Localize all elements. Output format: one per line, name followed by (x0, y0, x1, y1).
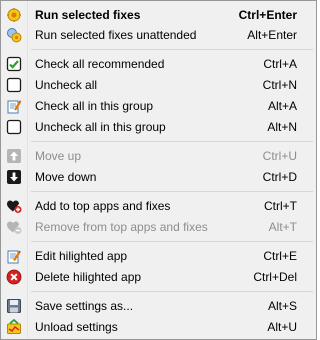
menu-item-label: Uncheck all in this group (35, 120, 166, 134)
edit-icon (6, 248, 22, 264)
heart-add-icon (6, 198, 22, 214)
menu-item-shortcut: Ctrl+U (262, 149, 297, 163)
menu-item-label: Check all recommended (35, 57, 165, 71)
menu-item-label: Run selected fixes unattended (35, 28, 197, 42)
menu-item-unload-settings[interactable]: Unload settings Alt+U (1, 317, 316, 337)
menu-item-shortcut: Ctrl+Enter (238, 8, 297, 22)
save-icon (6, 298, 22, 314)
menu-item-label: Save settings as... (35, 299, 134, 313)
menu-item-shortcut: Alt+N (267, 120, 297, 134)
menu-item-label: Check all in this group (35, 99, 154, 113)
menu-item-run-unattended[interactable]: Run selected fixes unattended Alt+Enter (1, 25, 316, 45)
menu-item-label: Unload settings (35, 320, 118, 334)
menu-item-check-all-recommended[interactable]: Check all recommended Ctrl+A (1, 54, 316, 74)
menu-item-shortcut: Alt+A (267, 99, 297, 113)
menu-item-shortcut: Ctrl+Del (253, 270, 297, 284)
menu-item-shortcut: Alt+T (268, 220, 297, 234)
menu-item-add-to-top[interactable]: Add to top apps and fixes Ctrl+T (1, 196, 316, 216)
menu-item-shortcut: Ctrl+E (263, 249, 297, 263)
checkbox-empty-icon (6, 77, 22, 93)
menu-item-edit-highlighted-app[interactable]: Edit hilighted app Ctrl+E (1, 246, 316, 266)
menu-item-shortcut: Ctrl+D (262, 170, 297, 184)
menu-separator (31, 291, 313, 292)
checkbox-checked-icon (6, 56, 22, 72)
menu-item-move-up[interactable]: Move up Ctrl+U (1, 146, 316, 166)
menu-item-label: Move down (35, 170, 97, 184)
menu-item-shortcut: Alt+U (267, 320, 297, 334)
context-menu: Run selected fixes Ctrl+Enter Run select… (0, 0, 317, 340)
menu-separator (31, 49, 313, 50)
menu-item-label: Edit hilighted app (35, 249, 128, 263)
menu-item-shortcut: Alt+S (267, 299, 297, 313)
menu-item-uncheck-all-in-group[interactable]: Uncheck all in this group Alt+N (1, 117, 316, 137)
group-check-icon (6, 98, 22, 114)
menu-item-label: Add to top apps and fixes (35, 199, 171, 213)
menu-item-save-settings-as[interactable]: Save settings as... Alt+S (1, 296, 316, 316)
menu-item-shortcut: Ctrl+T (264, 199, 297, 213)
menu-item-label: Move up (35, 149, 82, 163)
menu-item-label: Uncheck all (35, 78, 98, 92)
delete-icon (6, 269, 22, 285)
arrow-up-icon (6, 148, 22, 164)
heart-remove-icon (6, 219, 22, 235)
menu-item-check-all-in-group[interactable]: Check all in this group Alt+A (1, 96, 316, 116)
unload-icon (6, 319, 22, 335)
checkbox-empty-icon (6, 119, 22, 135)
menu-separator (31, 141, 313, 142)
menu-item-shortcut: Alt+Enter (247, 28, 297, 42)
menu-item-run-selected-fixes[interactable]: Run selected fixes Ctrl+Enter (1, 5, 316, 25)
run-unattended-icon (6, 27, 22, 43)
menu-separator (31, 191, 313, 192)
menu-item-shortcut: Ctrl+N (262, 78, 297, 92)
menu-item-label: Delete hilighted app (35, 270, 142, 284)
menu-item-delete-highlighted-app[interactable]: Delete hilighted app Ctrl+Del (1, 267, 316, 287)
arrow-down-icon (6, 169, 22, 185)
menu-item-label: Run selected fixes (35, 8, 141, 22)
menu-item-shortcut: Ctrl+A (263, 57, 297, 71)
menu-item-remove-from-top[interactable]: Remove from top apps and fixes Alt+T (1, 217, 316, 237)
menu-separator (31, 241, 313, 242)
menu-item-uncheck-all[interactable]: Uncheck all Ctrl+N (1, 75, 316, 95)
run-icon (6, 7, 22, 23)
menu-item-label: Remove from top apps and fixes (35, 220, 208, 234)
menu-item-move-down[interactable]: Move down Ctrl+D (1, 167, 316, 187)
